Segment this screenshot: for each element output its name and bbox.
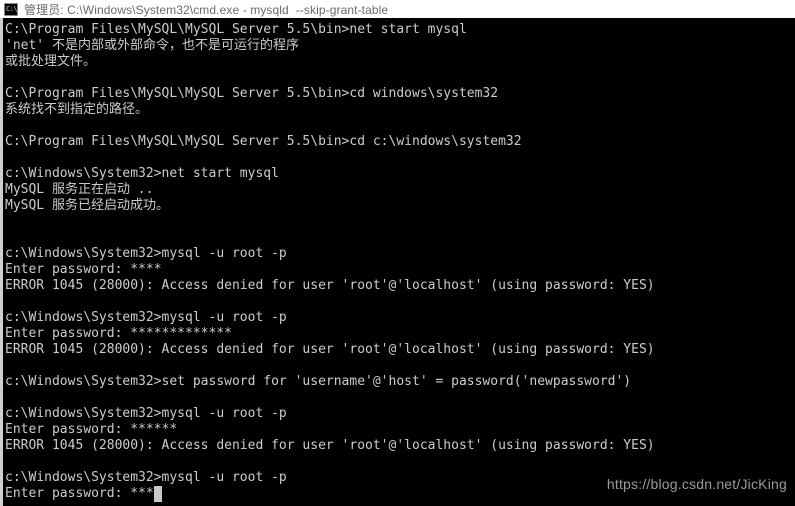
console-line: MySQL 服务已经启动成功。 — [5, 198, 795, 214]
text-cursor — [153, 486, 162, 502]
console-text-cjk: 不是内部或外部命令，也不是可运行的程序 — [51, 38, 299, 53]
console-frame[interactable]: C:\Program Files\MySQL\MySQL Server 5.5\… — [0, 18, 795, 506]
console-line: c:\Windows\System32>mysql -u root -p — [5, 310, 287, 325]
console-text-cjk: 系统找不到指定的路径。 — [5, 102, 149, 117]
console-output-area[interactable]: C:\Program Files\MySQL\MySQL Server 5.5\… — [3, 18, 795, 506]
console-line: ERROR 1045 (28000): Access denied for us… — [5, 278, 655, 293]
console-text-ascii: 'net' — [5, 38, 52, 53]
console-line: C:\Program Files\MySQL\MySQL Server 5.5\… — [5, 86, 499, 101]
console-line: 系统找不到指定的路径。 — [5, 102, 795, 118]
watermark-label: https://blog.csdn.net/JicKing — [606, 476, 787, 492]
console-line: c:\Windows\System32>mysql -u root -p — [5, 246, 287, 261]
console-text-ascii: .. — [129, 182, 154, 197]
console-line: C:\Program Files\MySQL\MySQL Server 5.5\… — [5, 22, 467, 37]
console-text-cjk: 或批处理文件。 — [5, 54, 97, 69]
window-title: 管理员: C:\Windows\System32\cmd.exe - mysql… — [24, 2, 389, 17]
console-line: c:\Windows\System32>set password for 'us… — [5, 374, 632, 389]
console-line: Enter password: ****** — [5, 422, 178, 437]
console-line: MySQL 服务正在启动 .. — [5, 182, 795, 198]
console-line: ERROR 1045 (28000): Access denied for us… — [5, 342, 655, 357]
console-text-cjk: 服务已经启动成功。 — [51, 198, 169, 213]
console-line: 或批处理文件。 — [5, 54, 795, 70]
console-line: 'net' 不是内部或外部命令，也不是可运行的程序 — [5, 38, 795, 54]
console-text-ascii: MySQL — [5, 198, 52, 213]
window-titlebar: 管理员: C:\Windows\System32\cmd.exe - mysql… — [0, 0, 795, 18]
console-line: c:\Windows\System32>mysql -u root -p — [5, 406, 287, 421]
console-line: Enter password: **** — [5, 262, 162, 277]
cmd-console-icon — [4, 2, 18, 16]
console-line: Enter password: ************* — [5, 326, 232, 341]
window-left-edge — [0, 18, 3, 506]
console-text-cjk: 服务正在启动 — [51, 182, 130, 197]
cmd-console-window: 管理员: C:\Windows\System32\cmd.exe - mysql… — [0, 0, 795, 506]
console-line: c:\Windows\System32>net start mysql — [5, 166, 279, 181]
console-line: ERROR 1045 (28000): Access denied for us… — [5, 438, 655, 453]
console-line: C:\Program Files\MySQL\MySQL Server 5.5\… — [5, 134, 522, 149]
console-text-ascii: MySQL — [5, 182, 52, 197]
